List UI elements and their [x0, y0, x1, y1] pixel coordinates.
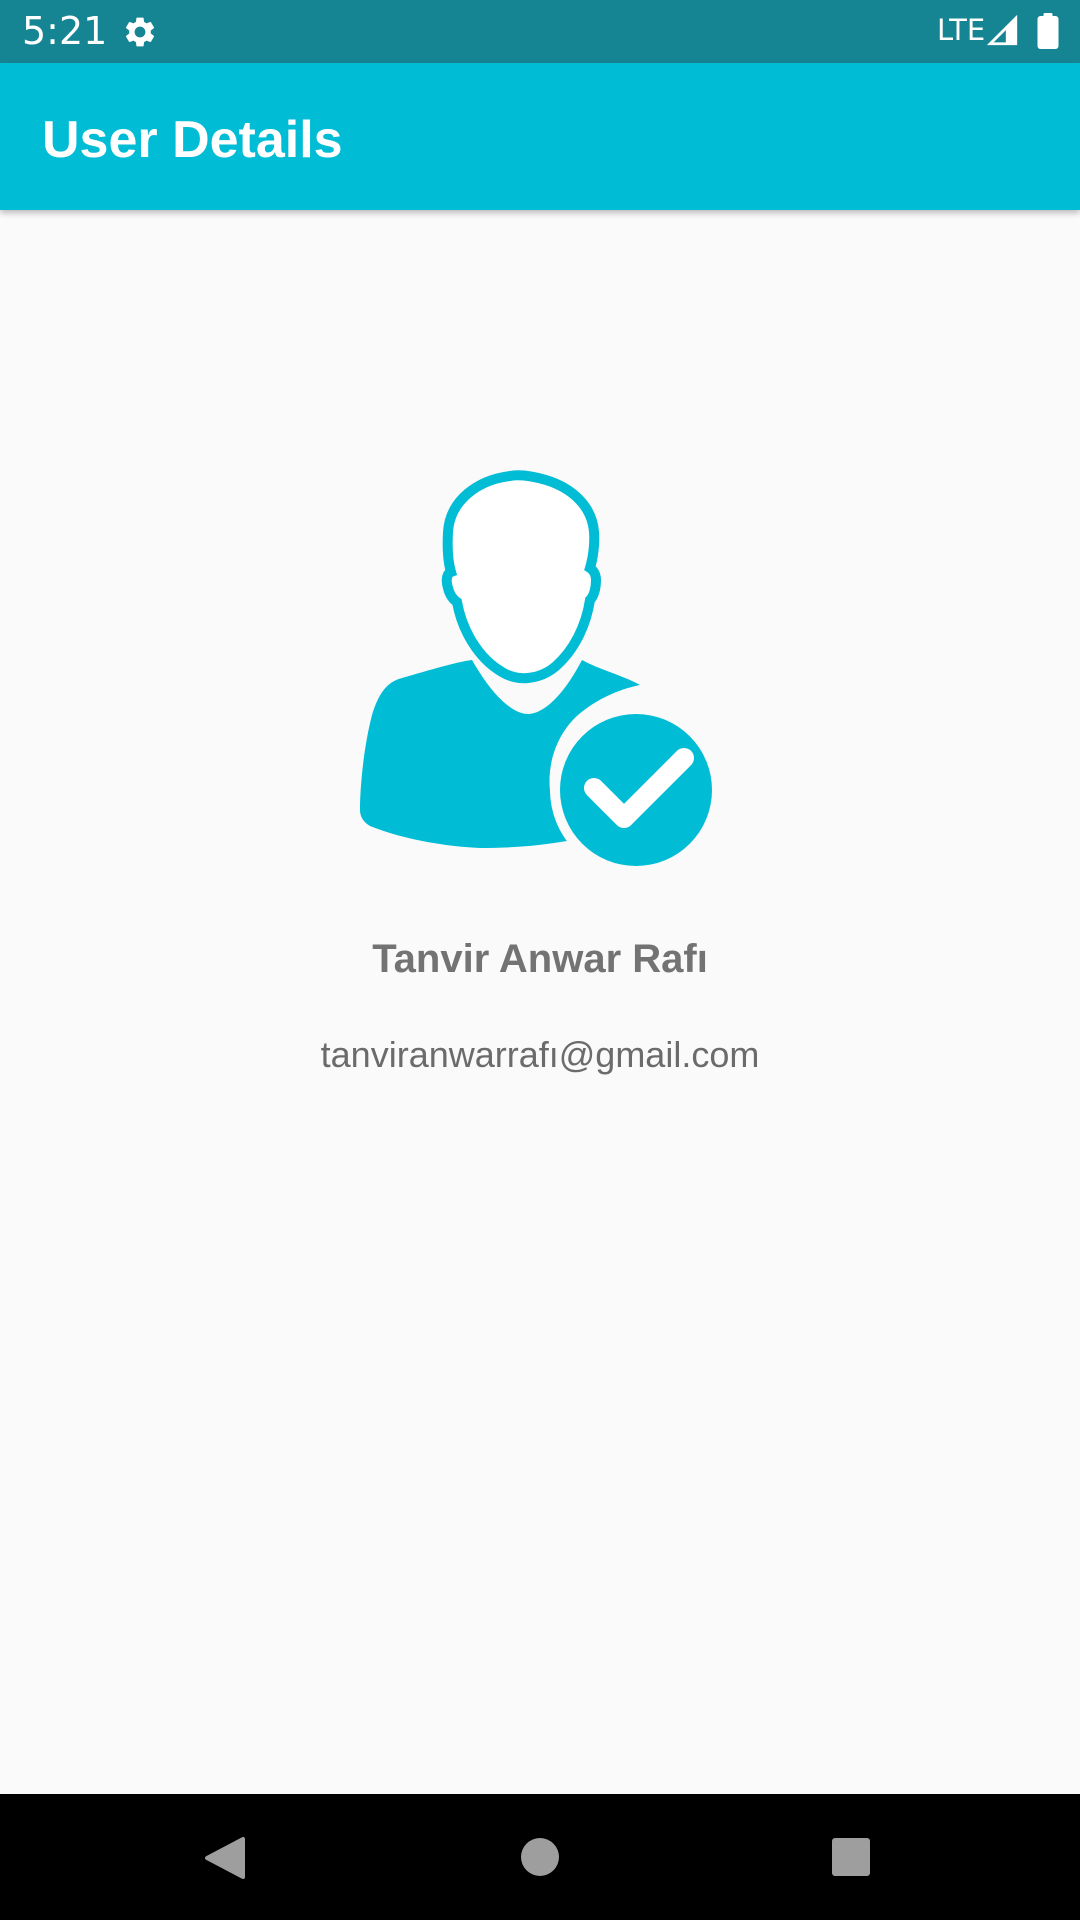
back-icon[interactable]	[195, 1827, 255, 1887]
user-name: Tanvir Anwar Rafı	[372, 937, 708, 981]
status-time: 5:21	[22, 9, 108, 53]
recents-icon[interactable]	[820, 1827, 880, 1887]
app-bar: User Details	[0, 63, 1080, 210]
system-nav-bar	[0, 1794, 1080, 1920]
verified-user-icon	[360, 470, 720, 870]
battery-icon	[1037, 13, 1059, 49]
user-email: tanviranwarrafı@gmail.com	[320, 1034, 760, 1075]
network-type-label: LTE	[937, 13, 986, 47]
signal-icon	[986, 14, 1018, 46]
gear-icon	[125, 17, 155, 47]
page-title: User Details	[42, 111, 343, 169]
home-icon[interactable]	[510, 1827, 570, 1887]
status-bar: 5:21 LTE	[0, 0, 1080, 63]
